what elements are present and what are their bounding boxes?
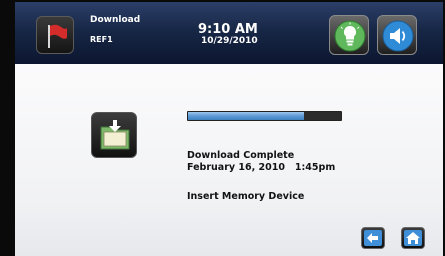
volume-button[interactable] (377, 15, 417, 55)
device-screen: Download REF1 9:10 AM 10/29/2010 Downloa… (15, 2, 443, 256)
download-progress-bar (187, 111, 342, 121)
home-button[interactable] (401, 227, 425, 249)
back-button[interactable] (361, 227, 385, 249)
flag-icon (48, 24, 67, 48)
speaker-icon (382, 20, 414, 52)
instruction-text: Insert Memory Device (187, 191, 305, 202)
back-arrow-icon (364, 230, 382, 246)
header-bar: Download REF1 9:10 AM 10/29/2010 (15, 2, 443, 64)
status-timestamp: February 16, 2010 1:45pm (187, 162, 336, 173)
status-message: Download Complete (187, 150, 295, 161)
folder-download-icon (100, 120, 130, 150)
clock-date: 10/29/2010 (201, 36, 258, 46)
clock-time: 9:10 AM (198, 22, 258, 37)
flag-button[interactable] (36, 16, 74, 54)
download-progress-fill (188, 112, 305, 120)
screen-title: Download (90, 15, 141, 25)
home-icon (404, 230, 422, 246)
download-folder-tile (91, 112, 137, 158)
lightbulb-icon (334, 20, 366, 52)
screen-subtitle: REF1 (90, 35, 113, 44)
light-button[interactable] (329, 15, 369, 55)
